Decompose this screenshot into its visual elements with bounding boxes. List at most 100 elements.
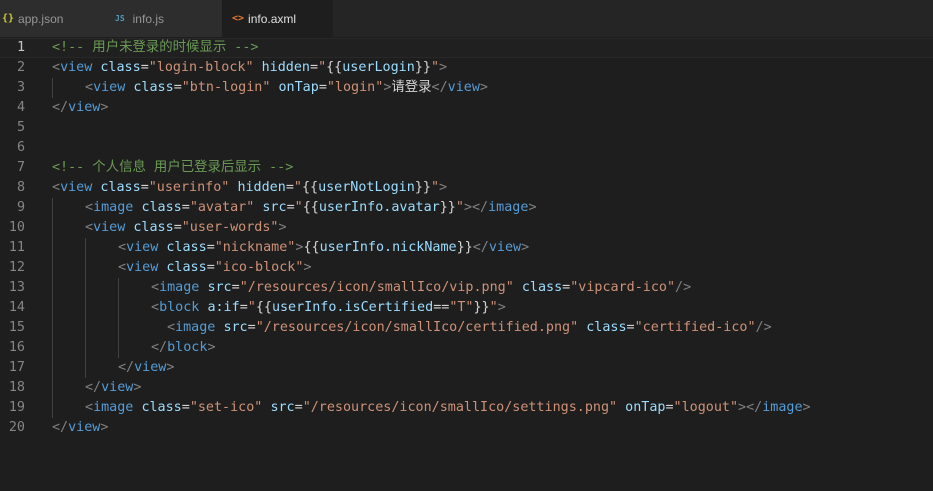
code-token-attr: class xyxy=(133,220,174,235)
code-token-tag: block xyxy=(167,340,208,355)
tab-label: info.js xyxy=(132,11,164,26)
code-token-tag: view xyxy=(488,240,522,255)
code-token-text: {{ xyxy=(326,60,343,75)
javascript-file-icon: JS xyxy=(115,14,125,23)
code-line[interactable]: 6 xyxy=(0,138,933,158)
code-token-punct: < xyxy=(151,300,160,315)
line-number: 18 xyxy=(8,380,25,395)
code-token-str: " xyxy=(294,200,303,215)
code-token-text: {{ xyxy=(301,180,319,195)
json-file-icon: {} xyxy=(2,13,15,24)
code-token-attr: hidden xyxy=(237,180,286,195)
tab-label: info.axml xyxy=(248,11,297,26)
code-editor[interactable]: 1 <!-- 用户未登录的时候显示 --> 2 <view class="login-… xyxy=(0,38,933,438)
code-token-str: "certified-ico" xyxy=(634,320,756,335)
code-token-str: " xyxy=(430,60,439,75)
code-line[interactable]: 18 </view> xyxy=(0,378,933,398)
code-line[interactable]: 17 </view> xyxy=(0,358,933,378)
code-line[interactable]: 15 <image src="/resources/icon/smallIco/c… xyxy=(0,318,933,338)
code-token-comment: <!-- 用户未登录的时候显示 --> xyxy=(52,40,259,55)
code-token-text: = xyxy=(665,400,674,415)
code-token-str: " xyxy=(489,300,498,315)
code-token-attr: userInfo.avatar xyxy=(318,200,440,215)
code-line[interactable]: 1 <!-- 用户未登录的时候显示 --> xyxy=(0,38,933,58)
tab-app-json[interactable]: {} app.json xyxy=(0,0,111,37)
code-token-text: {{ xyxy=(255,300,272,315)
code-text: </view> xyxy=(52,418,108,438)
tab-info-axml[interactable]: <> info.axml xyxy=(222,0,333,37)
code-line[interactable]: 9 <image class="avatar" src="{{userInfo.a… xyxy=(0,198,933,218)
indent-guide xyxy=(52,298,53,318)
code-token-attr: class xyxy=(100,180,141,195)
code-token-tag: view xyxy=(60,180,93,195)
code-line[interactable]: 5 xyxy=(0,118,933,138)
code-text: <view class="nickname">{{userInfo.nickNa… xyxy=(118,238,529,258)
code-token-punct: </ xyxy=(52,100,69,115)
code-token-text: = xyxy=(140,180,149,195)
code-token-text: == xyxy=(433,300,450,315)
code-text: <view class="login-block" hidden="{{user… xyxy=(52,58,447,78)
code-token-text: 请登录 xyxy=(391,80,432,95)
code-text: <block a:if="{{userInfo.isCertified=="T"… xyxy=(151,298,506,318)
code-token-str: "user-words" xyxy=(181,220,279,235)
code-line[interactable]: 19 <image class="set-ico" src="/resources… xyxy=(0,398,933,418)
code-line[interactable]: 4 </view> xyxy=(0,98,933,118)
indent-guide xyxy=(85,358,86,378)
code-token-str: " xyxy=(455,200,464,215)
code-token-punct: </ xyxy=(85,380,102,395)
code-token-attr: class xyxy=(141,400,182,415)
code-text: </view> xyxy=(52,98,108,118)
code-line[interactable]: 20 </view> xyxy=(0,418,933,438)
code-token-tag: image xyxy=(93,400,134,415)
code-line[interactable]: 2 <view class="login-block" hidden="{{use… xyxy=(0,58,933,78)
indent-guide xyxy=(85,258,86,278)
code-token-attr: userNotLogin xyxy=(318,180,415,195)
code-token-punct: </ xyxy=(431,80,448,95)
code-token-text: = xyxy=(310,60,319,75)
indent-guide xyxy=(52,358,53,378)
code-line[interactable]: 12 <view class="ico-block"> xyxy=(0,258,933,278)
code-token-tag: image xyxy=(175,320,216,335)
code-token-str: "avatar" xyxy=(189,200,255,215)
line-number: 11 xyxy=(8,240,25,255)
code-line[interactable]: 13 <image src="/resources/icon/smallIco/v… xyxy=(0,278,933,298)
code-token-punct: < xyxy=(85,400,94,415)
code-line[interactable]: 7 <!-- 个人信息 用户已登录后显示 --> xyxy=(0,158,933,178)
code-token-text: }} xyxy=(414,60,431,75)
code-line[interactable]: 11 <view class="nickname">{{userInfo.nick… xyxy=(0,238,933,258)
code-token-punct: > xyxy=(528,200,537,215)
code-token-str: "logout" xyxy=(673,400,739,415)
code-token-text: = xyxy=(231,280,240,295)
code-token-attr: src xyxy=(207,280,232,295)
code-line[interactable]: 10 <view class="user-words"> xyxy=(0,218,933,238)
line-number: 8 xyxy=(16,180,25,195)
code-token-text: = xyxy=(181,400,190,415)
code-line[interactable]: 14 <block a:if="{{userInfo.isCertified=="… xyxy=(0,298,933,318)
code-token-tag: view xyxy=(101,380,134,395)
tab-label: app.json xyxy=(18,11,64,26)
code-token-punct: </ xyxy=(151,340,168,355)
code-token-punct: > xyxy=(133,380,142,395)
code-token-text: }} xyxy=(456,240,473,255)
code-token-tag: view xyxy=(447,80,480,95)
code-text: </view> xyxy=(118,358,174,378)
line-number: 6 xyxy=(16,140,25,155)
code-token-str: "userinfo" xyxy=(148,180,230,195)
code-token-attr: class xyxy=(133,80,174,95)
code-token-tag: view xyxy=(126,240,159,255)
code-line[interactable]: 3 <view class="btn-login" onTap="login">请… xyxy=(0,78,933,98)
indent-guide xyxy=(52,238,53,258)
code-token-attr: hidden xyxy=(261,60,310,75)
code-token-str: "nickname" xyxy=(214,240,296,255)
code-line[interactable]: 16 </block> xyxy=(0,338,933,358)
indent-guide xyxy=(52,258,53,278)
code-token-comment: <!-- 个人信息 用户已登录后显示 --> xyxy=(52,160,294,175)
line-number: 7 xyxy=(16,160,25,175)
code-token-text: = xyxy=(206,240,215,255)
code-token-text: = xyxy=(173,220,182,235)
indent-guide xyxy=(52,398,53,418)
code-line[interactable]: 8 <view class="userinfo" hidden="{{userNo… xyxy=(0,178,933,198)
code-token-tag: view xyxy=(68,100,101,115)
tab-info-js[interactable]: JS info.js xyxy=(111,0,222,37)
